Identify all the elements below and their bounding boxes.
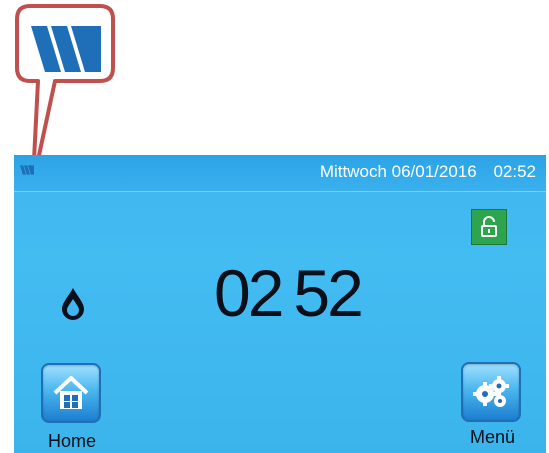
clock-hours: 02 [214, 256, 284, 330]
gears-icon [473, 376, 509, 407]
status-date: Mittwoch 06/01/2016 [319, 162, 477, 181]
home-label[interactable]: Home [48, 431, 96, 452]
menu-label[interactable]: Menü [470, 427, 515, 448]
menu-button[interactable] [461, 362, 521, 422]
logo-small-icon [20, 165, 34, 175]
water-drop-icon [60, 287, 86, 326]
status-bar: Mittwoch 06/01/2016 02:52 [14, 155, 546, 192]
unlocked-padlock-icon [481, 216, 497, 237]
clock-minutes: 52 [293, 256, 363, 330]
lock-button[interactable] [471, 209, 507, 245]
logo-callout [0, 0, 549, 170]
brand-logo-icon [31, 26, 101, 72]
clock-display: 02 52 [214, 255, 364, 331]
status-datetime: Mittwoch 06/01/2016 02:52 [320, 162, 536, 182]
thermostat-screen: Mittwoch 06/01/2016 02:52 02 52 Home Men… [14, 155, 546, 453]
status-time: 02:52 [493, 162, 536, 181]
home-button[interactable] [41, 363, 101, 423]
home-icon [53, 376, 89, 409]
